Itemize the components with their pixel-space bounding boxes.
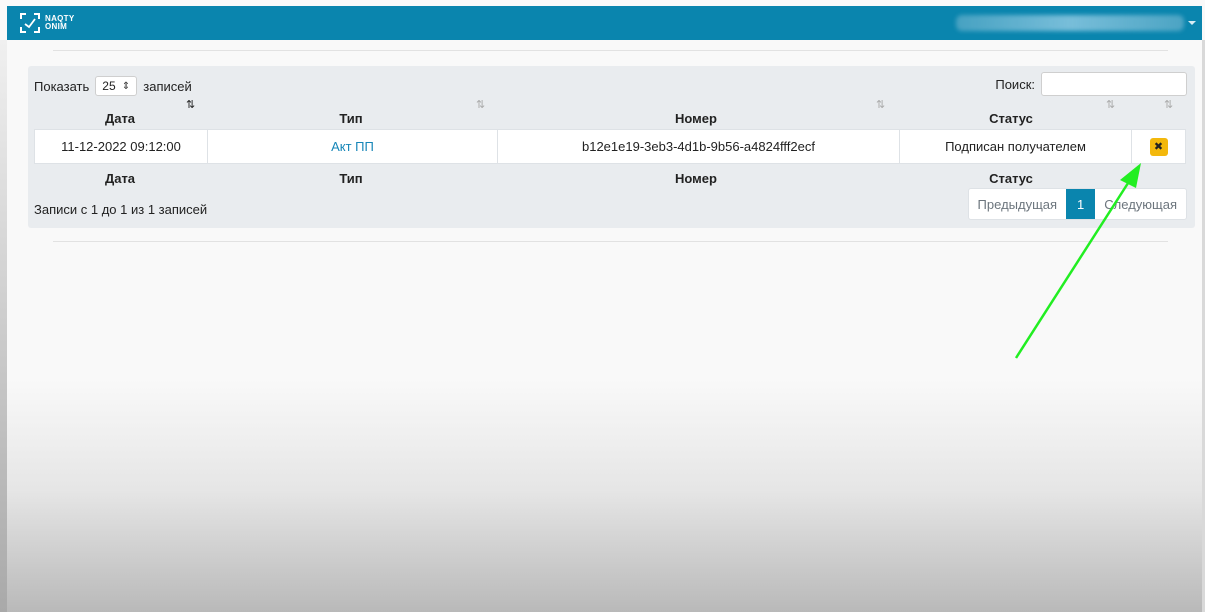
footer-column-date: Дата [104,170,136,186]
show-label: Показать [34,78,90,94]
column-header-status[interactable]: Статус [896,108,1126,128]
column-header-number[interactable]: Номер [496,108,896,128]
search-label: Поиск: [995,76,1035,92]
sort-icon[interactable]: ⇅ [1106,98,1115,111]
sort-icon[interactable]: ⇅ [876,98,885,111]
pagination-next[interactable]: Следующая [1095,189,1186,219]
pagination-page[interactable]: 1 [1066,189,1096,219]
search-input[interactable] [1041,72,1187,96]
column-header-type-label: Тип [339,110,363,126]
cell-actions: ✖ [1132,130,1185,163]
cell-date: 11-12-2022 09:12:00 [35,130,208,163]
column-header-number-label: Номер [675,110,717,126]
logo-text: NAQTY ONIM [45,15,75,31]
column-header-status-label: Статус [989,110,1033,126]
search-control: Поиск: [995,72,1187,96]
logo-text-line2: ONIM [45,22,68,31]
pagination-previous[interactable]: Предыдущая [969,189,1066,219]
footer-column-status: Статус [989,170,1033,186]
column-header-type[interactable]: Тип [206,108,496,128]
window-left-edge [0,40,7,612]
sort-icon[interactable]: ⇅ [476,98,485,111]
cell-type: Акт ПП [208,130,498,163]
close-icon: ✖ [1153,141,1164,153]
footer-column-type: Тип [339,170,363,186]
entries-label: записей [143,78,192,94]
column-header-date-label: Дата [104,110,136,126]
sort-desc-icon[interactable]: ⇅ [186,98,195,111]
cell-status: Подписан получателем [900,130,1132,163]
select-arrows-icon: ⇕ [121,80,131,92]
table-header: Дата ⇅ Тип ⇅ Номер ⇅ Статус ⇅ ⇅ [34,99,1186,128]
document-type-link[interactable]: Акт ПП [331,139,374,154]
cell-number: b12e1e19-3eb3-4d1b-9b56-a4824fff2ecf [498,130,900,163]
footer-column-number: Номер [675,170,717,186]
table-info: Записи с 1 до 1 из 1 записей [34,202,208,217]
table-row: 11-12-2022 09:12:00 Акт ПП b12e1e19-3eb3… [34,129,1186,164]
divider-bottom [53,241,1168,242]
user-menu-caret-icon[interactable] [1188,21,1196,25]
documents-table-panel: Показать 25 ⇕ записей Поиск: Дата ⇅ Тип … [28,66,1195,228]
user-name-blurred[interactable] [956,15,1184,31]
top-navbar: NAQTY ONIM [7,6,1202,40]
logo-icon [20,13,40,33]
page-length-value: 25 [102,79,116,93]
page-length-control: Показать 25 ⇕ записей [34,76,192,96]
table-footer-header: Дата Тип Номер Статус [34,168,1186,188]
sort-icon[interactable]: ⇅ [1164,98,1173,111]
divider-top [53,50,1168,51]
app-logo[interactable]: NAQTY ONIM [19,10,89,36]
pagination: Предыдущая 1 Следующая [967,188,1187,220]
column-header-date[interactable]: Дата [34,108,206,128]
page-length-select[interactable]: 25 ⇕ [95,76,138,96]
delete-button[interactable]: ✖ [1149,137,1168,156]
